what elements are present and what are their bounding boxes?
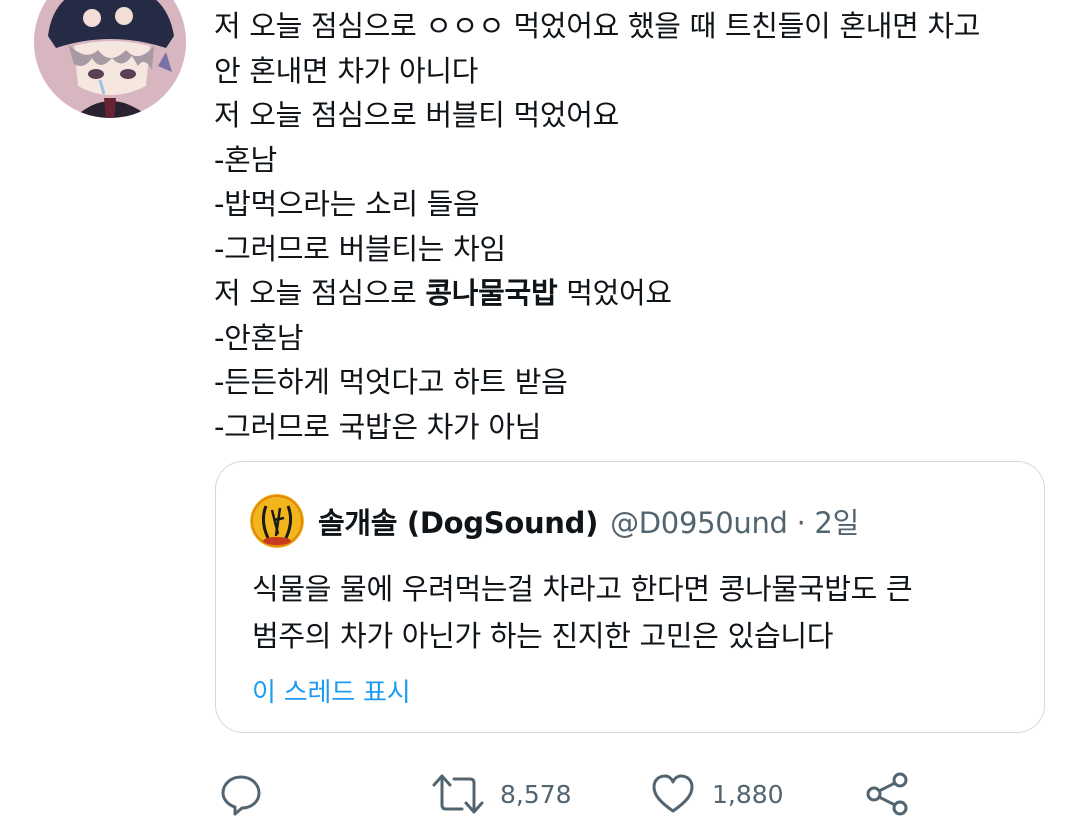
tweet-line: -혼남 xyxy=(214,142,277,177)
retweet-button[interactable]: 8,578 xyxy=(432,762,572,826)
quoted-tweet-header: 솔개솔 (DogSound) @D0950und · 2일 xyxy=(250,494,859,548)
tweet-line: -그러므로 버블티는 차임 xyxy=(214,231,506,266)
reply-icon xyxy=(221,775,261,816)
quoted-author-handle: @D0950und · 2일 xyxy=(610,506,859,540)
retweet-icon xyxy=(432,774,484,814)
tweet-line: -안혼남 xyxy=(214,320,304,355)
share-icon xyxy=(866,772,908,816)
tweet-line: 안 혼내면 차가 아니다 xyxy=(214,53,479,88)
tweet-line: 저 오늘 점심으로 ㅇㅇㅇ 먹었어요 했을 때 트친들이 혼내면 차고 xyxy=(214,9,981,43)
dogsound-avatar-icon[interactable] xyxy=(250,494,304,548)
tweet-text: 저 오늘 점심으로 ㅇㅇㅇ 먹었어요 했을 때 트친들이 혼내면 차고 안 혼내… xyxy=(214,4,1054,449)
tweet-action-bar: 8,578 1,880 xyxy=(0,762,1080,826)
quoted-text-line: 식물을 물에 우려먹는걸 차라고 한다면 콩나물국밥도 큰 xyxy=(252,572,913,606)
tweet-line: 저 오늘 점심으로 버블티 먹었어요 xyxy=(214,98,619,132)
quoted-author-name[interactable]: 솔개솔 (DogSound) xyxy=(318,500,598,542)
line-suffix: 먹었어요 xyxy=(557,276,672,310)
quoted-tweet-text: 식물을 물에 우려먹는걸 차라고 한다면 콩나물국밥도 큰 범주의 차가 아닌가… xyxy=(252,566,1022,660)
tweet-line: -그러므로 국밥은 차가 아님 xyxy=(214,409,542,444)
tweet-line: -든든하게 먹엇다고 하트 받음 xyxy=(214,365,568,399)
line-prefix: 저 오늘 점심으로 xyxy=(214,276,426,310)
tweet-line: -밥먹으라는 소리 들음 xyxy=(214,187,480,221)
quoted-text-line: 범주의 차가 아닌가 하는 진지한 고민은 있습니다 xyxy=(252,619,834,653)
avatar-illustration xyxy=(34,0,186,118)
author-avatar[interactable] xyxy=(34,0,186,118)
like-count: 1,880 xyxy=(712,779,784,809)
reply-button[interactable] xyxy=(218,762,264,826)
like-button[interactable]: 1,880 xyxy=(650,762,784,826)
tweet-line-bold: 저 오늘 점심으로 콩나물국밥 먹었어요 xyxy=(214,271,1054,316)
share-button[interactable] xyxy=(864,762,910,826)
retweet-count: 8,578 xyxy=(500,779,572,809)
bold-word: 콩나물국밥 xyxy=(425,276,558,310)
quoted-tweet-card[interactable]: 솔개솔 (DogSound) @D0950und · 2일 식물을 물에 우려먹… xyxy=(215,461,1045,733)
heart-icon xyxy=(652,774,694,813)
show-thread-link[interactable]: 이 스레드 표시 xyxy=(252,672,411,709)
